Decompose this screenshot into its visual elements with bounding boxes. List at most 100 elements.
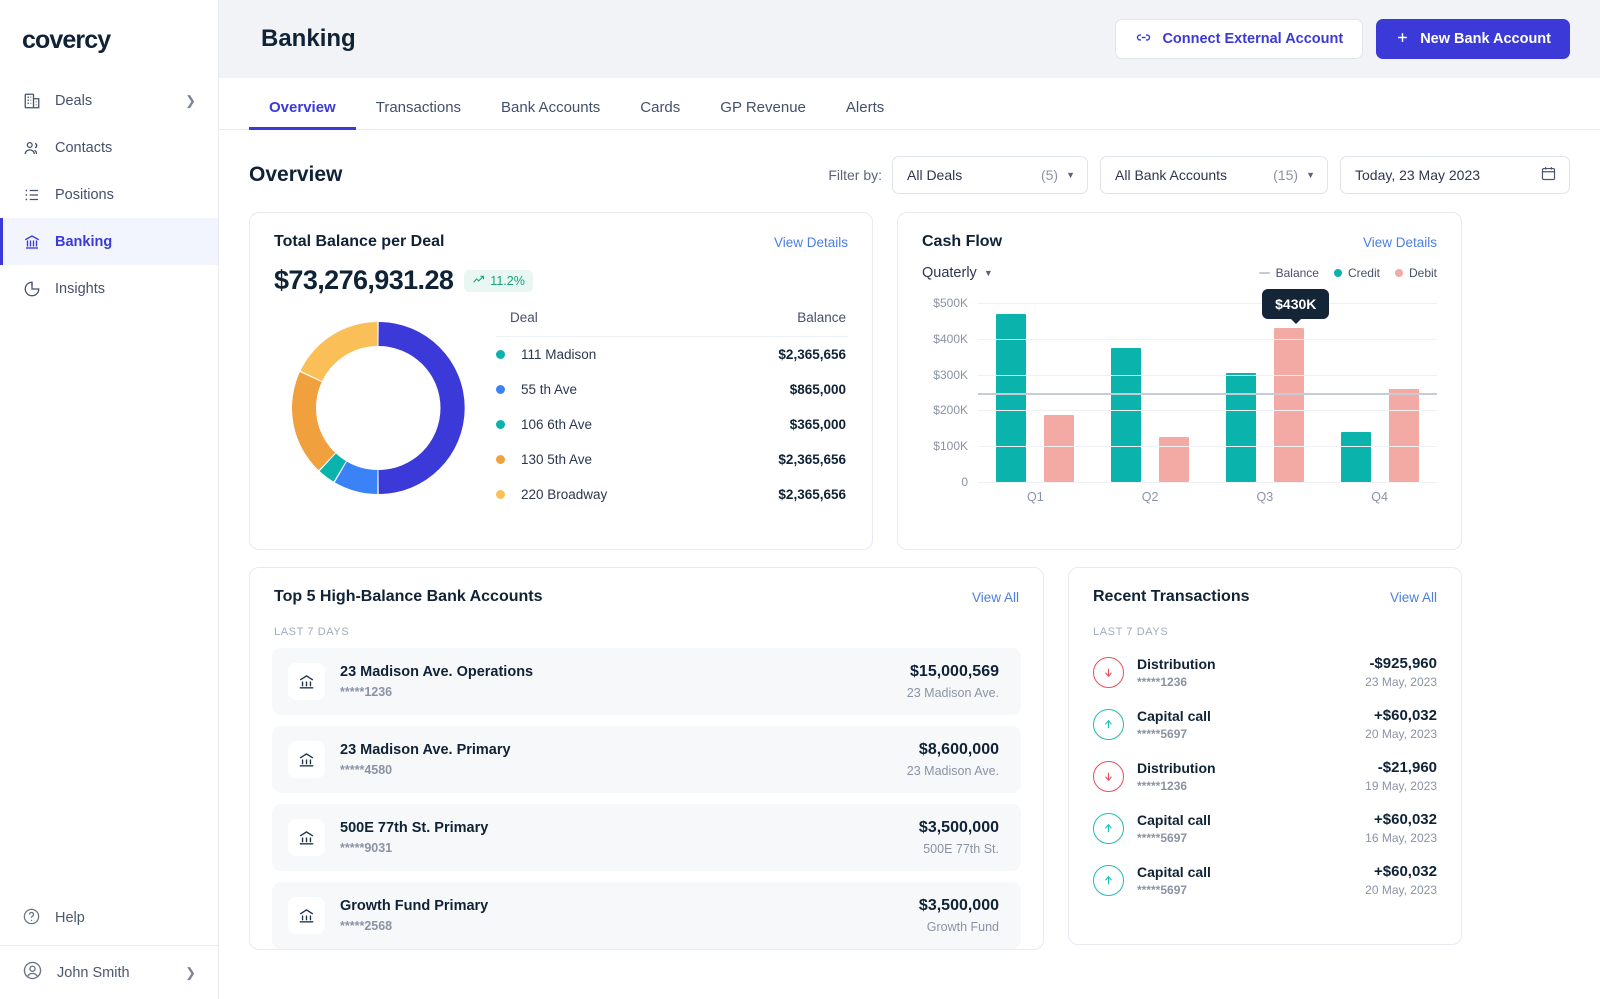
transaction-row[interactable]: Capital call*****5697+$60,03216 May, 202… (1093, 802, 1437, 854)
chart-bar-debit[interactable] (1159, 437, 1189, 482)
arrow-down-icon (1093, 657, 1124, 688)
connect-external-account-button[interactable]: Connect External Account (1115, 19, 1363, 59)
overview-header: Overview Filter by: All Deals (5) ▼ All … (219, 130, 1600, 194)
sidebar-item-banking[interactable]: Banking (0, 218, 218, 265)
filter-by-label: Filter by: (828, 167, 882, 183)
sidebar-item-insights[interactable]: Insights (0, 265, 218, 312)
accounts-filter-value: All Bank Accounts (1115, 167, 1227, 183)
legend-item-credit: Credit (1334, 266, 1380, 280)
chart-bar-credit[interactable] (1341, 432, 1371, 482)
tab-bank-accounts[interactable]: Bank Accounts (481, 99, 620, 129)
app-root: covercy Deals ❯ (0, 0, 1600, 999)
chart-gridline (978, 375, 1437, 376)
sidebar-item-contacts[interactable]: Contacts (0, 124, 218, 171)
content-panel: Overview Transactions Bank Accounts Card… (219, 78, 1600, 999)
sidebar-footer: Help John Smith ❯ (0, 891, 218, 999)
bank-account-number: *****9031 (340, 841, 488, 855)
bank-account-row[interactable]: 23 Madison Ave. Operations*****1236$15,0… (272, 648, 1021, 715)
chart-bar-credit[interactable] (1226, 373, 1256, 482)
bank-account-names: 500E 77th St. Primary*****9031 (340, 820, 488, 855)
donut-slice (300, 322, 377, 381)
recent-transactions-view-all-link[interactable]: View All (1390, 590, 1437, 605)
tab-alerts[interactable]: Alerts (826, 99, 904, 129)
bank-account-number: *****1236 (340, 685, 533, 699)
dashboard-row-bottom: Top 5 High-Balance Bank Accounts View Al… (249, 567, 1570, 950)
bank-account-row[interactable]: 23 Madison Ave. Primary*****4580$8,600,0… (272, 726, 1021, 793)
transaction-row[interactable]: Capital call*****5697+$60,03220 May, 202… (1093, 698, 1437, 750)
date-filter-select[interactable]: Today, 23 May 2023 (1340, 156, 1570, 194)
tab-overview[interactable]: Overview (249, 99, 356, 129)
chevron-right-icon: ❯ (185, 93, 196, 109)
sidebar-item-positions[interactable]: Positions (0, 171, 218, 218)
cash-flow-period-select[interactable]: Quaterly ▼ (922, 265, 993, 281)
legend-line-swatch (1259, 272, 1270, 274)
transaction-values: +$60,03220 May, 2023 (1365, 863, 1437, 897)
accounts-filter-select[interactable]: All Bank Accounts (15) ▼ (1100, 156, 1328, 194)
deal-table-row: 220 Broadway$2,365,656 (496, 477, 848, 512)
tab-transactions[interactable]: Transactions (356, 99, 481, 129)
page-title: Banking (261, 25, 356, 53)
sidebar-item-label: Deals (55, 93, 171, 109)
bank-icon (288, 897, 325, 934)
total-balance-title: Total Balance per Deal (274, 233, 444, 251)
chart-bar-debit[interactable] (1389, 389, 1419, 482)
x-axis-tick-label: Q1 (978, 482, 1093, 508)
topbar-actions: Connect External Account New Bank Accoun… (1115, 19, 1570, 59)
total-balance-view-details-link[interactable]: View Details (774, 235, 848, 250)
top-accounts-view-all-link[interactable]: View All (972, 590, 1019, 605)
bank-account-names: Growth Fund Primary*****2568 (340, 898, 488, 933)
logo-text: covercy (22, 26, 218, 55)
sidebar: covercy Deals ❯ (0, 0, 219, 999)
help-button[interactable]: Help (0, 891, 218, 945)
y-axis-tick-label: $400K (933, 332, 968, 346)
total-balance-card: Total Balance per Deal View Details $73,… (249, 212, 873, 550)
deals-filter-select[interactable]: All Deals (5) ▼ (892, 156, 1088, 194)
sidebar-item-deals[interactable]: Deals ❯ (0, 77, 218, 124)
transaction-names: Distribution*****1236 (1137, 656, 1216, 689)
tab-gp-revenue[interactable]: GP Revenue (700, 99, 826, 129)
deal-balance: $2,365,656 (778, 452, 846, 467)
chart-bar-debit[interactable] (1044, 415, 1074, 482)
chart-bar-credit[interactable] (1111, 348, 1141, 482)
transaction-row[interactable]: Distribution*****1236-$925,96023 May, 20… (1093, 646, 1437, 698)
bank-account-deal: 500E 77th St. (919, 842, 999, 856)
total-balance-body: Deal Balance 111 Madison$2,365,65655 th … (250, 296, 872, 512)
transaction-amount: +$60,032 (1365, 811, 1437, 828)
user-menu[interactable]: John Smith ❯ (0, 945, 218, 999)
bank-account-row[interactable]: Growth Fund Primary*****2568$3,500,000Gr… (272, 882, 1021, 949)
bank-account-row[interactable]: 500E 77th St. Primary*****9031 $3,500,000… (272, 804, 1021, 871)
topbar: Banking Connect External Account (219, 0, 1600, 78)
main-area: Banking Connect External Account (219, 0, 1600, 999)
bank-account-values: $15,000,56923 Madison Ave. (907, 663, 999, 700)
new-bank-account-button[interactable]: New Bank Account (1376, 19, 1570, 59)
chart-gridline (978, 339, 1437, 340)
bank-account-amount: $3,500,000 (919, 819, 999, 837)
bank-account-amount: $15,000,569 (907, 663, 999, 681)
chart-gridline (978, 446, 1437, 447)
y-axis-tick-label: $200K (933, 403, 968, 417)
accounts-filter-count: (15) (1251, 167, 1298, 183)
legend-dot-swatch (1395, 269, 1403, 277)
trend-up-icon (472, 273, 485, 289)
arrow-up-icon (1093, 865, 1124, 896)
total-balance-amount-row: $73,276,931.28 11.2% (250, 251, 872, 296)
bank-icon (288, 819, 325, 856)
link-icon (1135, 29, 1152, 50)
transaction-row[interactable]: Capital call*****5697+$60,03220 May, 202… (1093, 854, 1437, 906)
new-bank-account-label: New Bank Account (1420, 31, 1551, 47)
cash-flow-view-details-link[interactable]: View Details (1363, 235, 1437, 250)
logo[interactable]: covercy (0, 0, 218, 77)
legend-dot-swatch (1334, 269, 1342, 277)
x-axis-tick-label: Q3 (1208, 482, 1323, 508)
transaction-row[interactable]: Distribution*****1236-$21,96019 May, 202… (1093, 750, 1437, 802)
avatar (22, 960, 43, 985)
deal-balance: $365,000 (790, 417, 846, 432)
total-balance-amount: $73,276,931.28 (274, 265, 453, 296)
tab-cards[interactable]: Cards (620, 99, 700, 129)
y-axis-tick-label: $300K (933, 368, 968, 382)
tab-label: Bank Accounts (501, 99, 600, 116)
chart-plot-area (978, 303, 1437, 482)
arrow-up-icon (1093, 813, 1124, 844)
chart-bar-debit[interactable] (1274, 328, 1304, 482)
y-axis-tick-label: 0 (961, 475, 968, 489)
